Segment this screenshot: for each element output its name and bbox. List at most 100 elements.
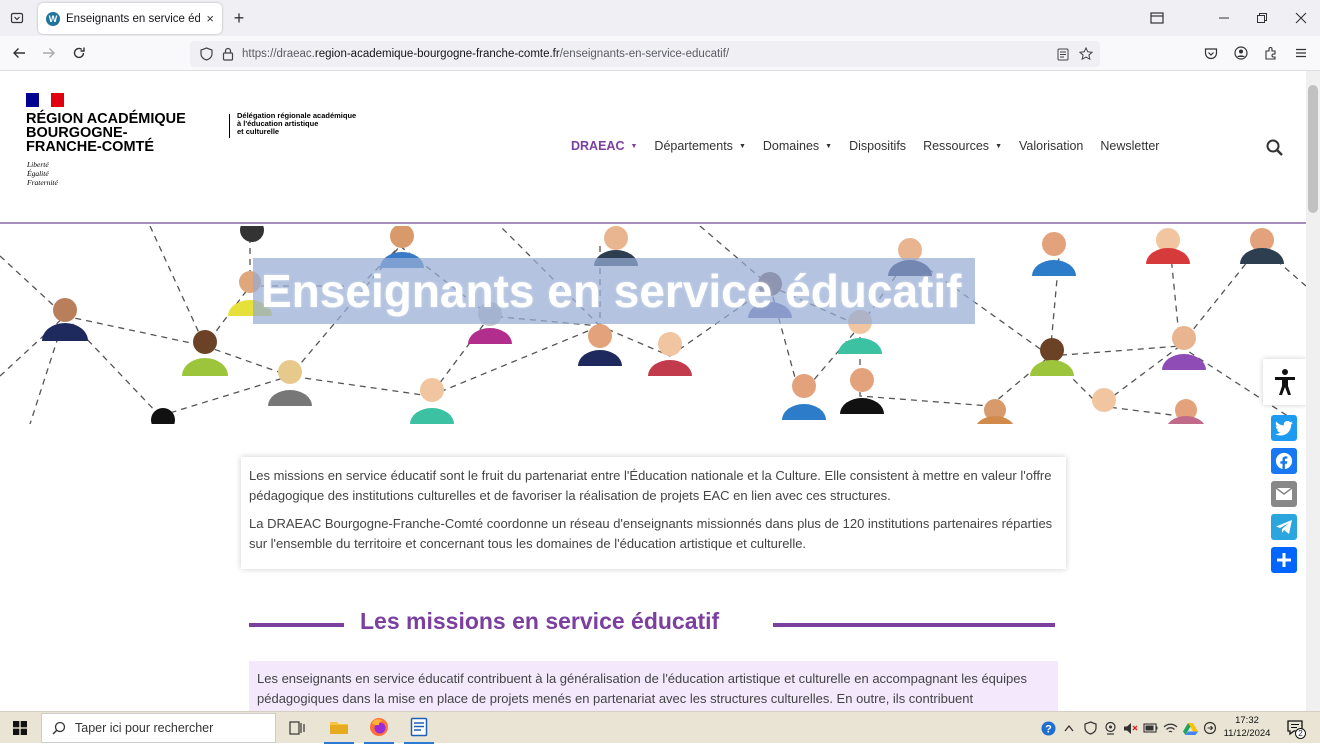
task-view-icon[interactable] [285,712,309,744]
main-menu: DRAEAC ▼ Départements ▼ Domaines ▼ Disposit… [571,139,1176,153]
browser-tab-bar: W Enseignants en service éducatif × + [0,0,1320,36]
menu-item-departements[interactable]: Départements ▼ [654,139,745,153]
network-people-illustration [0,226,1306,424]
org-name[interactable]: RÉGION ACADÉMIQUE BOURGOGNE- FRANCHE-COM… [26,111,206,155]
tab-manager-icon[interactable] [1145,6,1169,30]
active-tab[interactable]: W Enseignants en service éducatif × [38,3,222,34]
section-body: Les enseignants en service éducatif cont… [249,661,1058,711]
pocket-icon[interactable] [1199,41,1223,65]
address-bar[interactable]: https://draeac. region-academique-bourgog… [190,41,1100,67]
taskbar-clock[interactable]: 17:32 11/12/2024 [1222,714,1272,740]
battery-icon[interactable] [1141,712,1159,744]
menu-item-dispositifs[interactable]: Dispositifs [849,139,906,153]
page-scrollbar[interactable] [1306,71,1320,711]
help-icon[interactable]: ? [1039,712,1057,744]
telegram-share-button[interactable] [1271,514,1297,540]
tab-close-icon[interactable]: × [206,11,214,26]
site-header: RÉGION ACADÉMIQUE BOURGOGNE- FRANCHE-COM… [0,71,1306,224]
accessibility-icon [1274,369,1295,395]
file-explorer-icon[interactable] [324,712,354,744]
svg-text:?: ? [1045,723,1052,735]
caret-down-icon: ▼ [995,143,1002,151]
tab-list-icon[interactable] [5,6,29,30]
share-icon [1277,553,1291,567]
search-icon[interactable] [1266,139,1284,162]
web-page: RÉGION ACADÉMIQUE BOURGOGNE- FRANCHE-COM… [0,71,1306,711]
search-icon [52,721,66,735]
menu-item-ressources[interactable]: Ressources ▼ [923,139,1002,153]
wordpress-icon: W [46,11,60,26]
menu-label: Dispositifs [849,139,907,153]
windows-taskbar: Taper ici pour rechercher ? 17:32 11/12/… [0,711,1320,744]
heading-line-left [249,623,344,627]
menu-item-newsletter[interactable]: Newsletter [1100,139,1159,153]
windows-start-icon[interactable] [8,712,32,744]
caret-down-icon: ▼ [630,143,638,151]
menu-label: Ressources [923,139,990,153]
close-window-button[interactable] [1289,6,1313,30]
notepad-icon[interactable] [404,712,434,744]
hero-title: Enseignants en service éducatif [253,258,975,324]
addtoany-share-button[interactable] [1271,547,1297,573]
clock-date: 11/12/2024 [1223,728,1271,739]
notification-center-icon[interactable]: 2 [1282,712,1308,744]
extensions-icon[interactable] [1259,41,1283,65]
motto-line-2: Égalité [27,169,49,178]
section-heading: Les missions en service éducatif [249,608,1055,638]
webcam-icon[interactable] [1101,712,1119,744]
url-path: /enseignants-en-service-educatif/ [559,48,730,60]
new-tab-button[interactable]: + [227,6,251,30]
tab-title: Enseignants en service éducatif [66,12,201,25]
clock-time: 17:32 [1235,715,1259,726]
intro-box: Les missions en service éducatif sont le… [241,457,1066,569]
menu-item-domaines[interactable]: Domaines ▼ [763,139,832,153]
section-title: Les missions en service éducatif [360,608,720,634]
org-line-2: BOURGOGNE- [26,125,128,141]
url-prefix: https://draeac. [242,48,315,60]
firefox-icon[interactable] [364,712,394,744]
department-name: Délégation régionale académique à l'éduc… [237,112,377,136]
telegram-icon [1276,520,1292,534]
heading-line-right [773,623,1055,627]
minimize-button[interactable] [1212,6,1236,30]
shield-icon[interactable] [194,42,218,66]
reader-view-icon[interactable] [1051,42,1075,66]
org-line-3: FRANCHE-COMTÉ [26,139,155,155]
reload-button[interactable] [67,41,91,65]
account-icon[interactable] [1229,41,1253,65]
taskbar-search-box[interactable]: Taper ici pour rechercher [41,713,276,743]
back-button[interactable] [7,41,31,65]
chevron-up-icon[interactable] [1061,712,1077,744]
intro-paragraph-2: La DRAEAC Bourgogne-Franche-Comté coordo… [249,516,1053,551]
google-drive-icon[interactable] [1181,712,1199,744]
hero-banner [0,226,1306,424]
menu-item-valorisation[interactable]: Valorisation [1019,139,1083,153]
lock-icon[interactable] [216,42,240,66]
bookmark-star-icon[interactable] [1074,42,1098,66]
twitter-icon [1275,420,1293,436]
menu-label: Valorisation [1019,139,1084,153]
restore-button[interactable] [1250,6,1274,30]
facebook-icon [1275,452,1293,470]
email-share-button[interactable] [1271,481,1297,507]
security-shield-icon[interactable] [1081,712,1099,744]
marianne-flag-logo[interactable] [26,93,65,107]
sync-icon[interactable] [1201,712,1219,744]
intro-paragraph-1: Les missions en service éducatif sont le… [249,468,1052,503]
motto: Liberté Égalité Fraternité [27,160,58,187]
scrollbar-thumb[interactable] [1308,85,1318,213]
facebook-share-button[interactable] [1271,448,1297,474]
menu-label: DRAEAC [571,139,625,153]
email-icon [1275,487,1293,500]
menu-item-draeac[interactable]: DRAEAC ▼ [571,139,637,153]
accessibility-button[interactable] [1263,359,1306,405]
twitter-share-button[interactable] [1271,415,1297,441]
volume-muted-icon[interactable] [1121,712,1139,744]
logo-divider [229,114,230,138]
motto-line-1: Liberté [27,160,49,169]
wifi-icon[interactable] [1161,712,1179,744]
org-line-1: RÉGION ACADÉMIQUE [26,111,186,127]
app-menu-icon[interactable] [1289,41,1313,65]
forward-button[interactable] [37,41,61,65]
caret-down-icon: ▼ [738,143,746,151]
